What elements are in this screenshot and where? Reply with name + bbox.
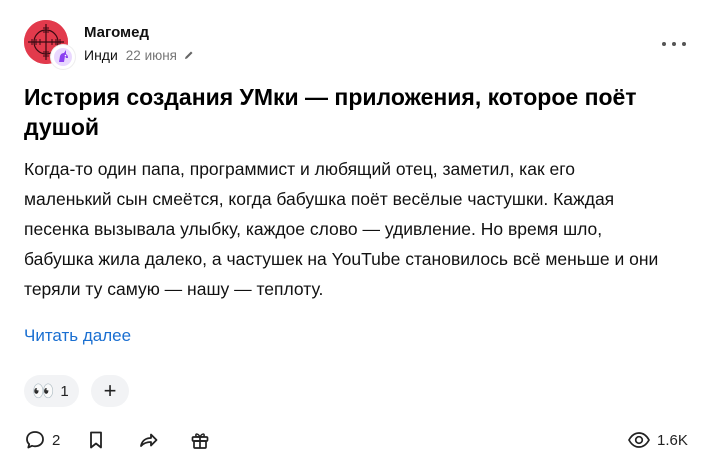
gift-button[interactable] — [189, 429, 211, 451]
more-options-button[interactable] — [659, 34, 689, 54]
post-date: 22 июня — [125, 47, 177, 63]
comment-bubble-icon — [26, 431, 44, 449]
share-arrow-icon — [140, 433, 158, 447]
more-dots-icon — [662, 42, 686, 46]
post-meta: Инди 22 июня — [84, 47, 195, 63]
post-body: Когда-то один папа, программист и любящи… — [24, 159, 659, 299]
comment-count: 2 — [52, 431, 61, 449]
views-counter: 1.6K — [627, 428, 688, 452]
comment-button[interactable]: 2 — [24, 429, 60, 451]
share-button[interactable] — [137, 429, 159, 451]
pencil-icon — [183, 49, 195, 61]
plus-icon: + — [103, 378, 117, 403]
add-reaction-button[interactable]: + — [91, 375, 129, 407]
views-count: 1.6K — [657, 431, 688, 449]
blog-type-label: Инди — [84, 47, 118, 63]
bookmark-icon — [90, 431, 103, 449]
eyes-emoji-icon: 👀 — [32, 380, 55, 401]
read-more-link[interactable]: Читать далее — [24, 326, 131, 346]
gift-icon — [191, 433, 209, 449]
post-title[interactable]: История создания УМки — приложения, кото… — [24, 82, 684, 142]
reaction-chip[interactable]: 👀 1 — [24, 375, 79, 407]
post-actions: 2 — [24, 428, 211, 452]
unicorn-icon — [54, 48, 72, 66]
eye-icon — [628, 432, 650, 448]
reaction-count: 1 — [60, 382, 69, 400]
bookmark-button[interactable] — [85, 429, 107, 451]
blog-type-badge — [51, 45, 75, 69]
author-name[interactable]: Магомед — [84, 24, 149, 41]
